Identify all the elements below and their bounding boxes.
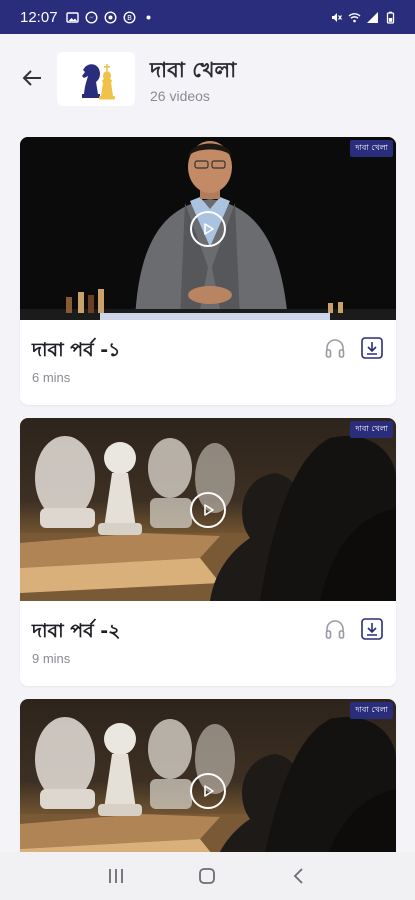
playlist-thumbnail bbox=[57, 52, 135, 106]
video-title: দাবা পর্ব -১ bbox=[32, 339, 121, 361]
messenger-icon bbox=[85, 10, 98, 24]
video-duration: 6 mins bbox=[32, 370, 71, 385]
nav-back-button[interactable] bbox=[284, 861, 314, 891]
mute-icon bbox=[332, 12, 342, 22]
play-icon bbox=[204, 222, 214, 235]
arrow-left-icon bbox=[22, 70, 41, 86]
video-count: 26 videos bbox=[150, 88, 210, 104]
system-nav-bar bbox=[0, 852, 415, 900]
video-thumbnail[interactable]: দাবা খেলা bbox=[20, 137, 396, 320]
download-button[interactable] bbox=[359, 616, 385, 642]
video-list: দাবা খেলা দাবা পর্ব -১ 6 mins দাবা খেলা … bbox=[20, 137, 396, 872]
video-info: দাবা পর্ব -২ 9 mins bbox=[20, 601, 396, 686]
status-bar: 12:07 B bbox=[0, 0, 415, 34]
dot-icon bbox=[146, 15, 151, 19]
page-title: দাবা খেলা bbox=[150, 58, 237, 82]
headphones-icon bbox=[325, 339, 345, 358]
home-icon bbox=[199, 868, 216, 884]
channel-badge: দাবা খেলা bbox=[350, 421, 393, 438]
listen-button[interactable] bbox=[322, 335, 348, 361]
signal-icon bbox=[367, 11, 378, 23]
play-button[interactable] bbox=[190, 772, 226, 809]
video-card[interactable]: দাবা খেলা দাবা পর্ব -১ 6 mins bbox=[20, 137, 396, 405]
download-icon bbox=[361, 337, 383, 359]
recents-icon bbox=[108, 869, 123, 883]
video-info: দাবা পর্ব -১ 6 mins bbox=[20, 320, 396, 405]
svg-text:B: B bbox=[127, 14, 132, 22]
back-button[interactable] bbox=[18, 64, 46, 92]
download-icon bbox=[361, 618, 383, 640]
status-left-icons: B bbox=[65, 10, 155, 24]
recents-button[interactable] bbox=[101, 861, 131, 891]
channel-badge: দাবা খেলা bbox=[350, 702, 393, 719]
play-button[interactable] bbox=[190, 210, 226, 247]
video-thumbnail[interactable]: দাবা খেলা bbox=[20, 418, 396, 601]
video-title: দাবা পর্ব -২ bbox=[32, 620, 121, 642]
status-time: 12:07 bbox=[20, 8, 58, 26]
video-card[interactable]: দাবা খেলা bbox=[20, 699, 396, 859]
battery-icon bbox=[386, 11, 395, 24]
image-icon bbox=[65, 11, 79, 23]
badge-icon: B bbox=[123, 10, 136, 24]
download-button[interactable] bbox=[359, 335, 385, 361]
video-thumbnail[interactable]: দাবা খেলা bbox=[20, 699, 396, 859]
listen-button[interactable] bbox=[322, 616, 348, 642]
chevron-left-icon bbox=[293, 868, 303, 884]
headphones-icon bbox=[325, 620, 345, 639]
channel-badge: দাবা খেলা bbox=[350, 140, 393, 157]
wifi-icon bbox=[348, 12, 361, 22]
header: দাবা খেলা 26 videos bbox=[0, 34, 415, 126]
status-right-icons bbox=[330, 11, 397, 24]
play-icon bbox=[204, 503, 214, 516]
play-icon bbox=[204, 784, 214, 797]
video-duration: 9 mins bbox=[32, 651, 71, 666]
whatsapp-icon bbox=[104, 10, 117, 24]
play-button[interactable] bbox=[190, 491, 226, 528]
chess-pieces-icon bbox=[82, 64, 115, 100]
video-card[interactable]: দাবা খেলা দাবা পর্ব -২ 9 mins bbox=[20, 418, 396, 686]
home-button[interactable] bbox=[192, 861, 222, 891]
